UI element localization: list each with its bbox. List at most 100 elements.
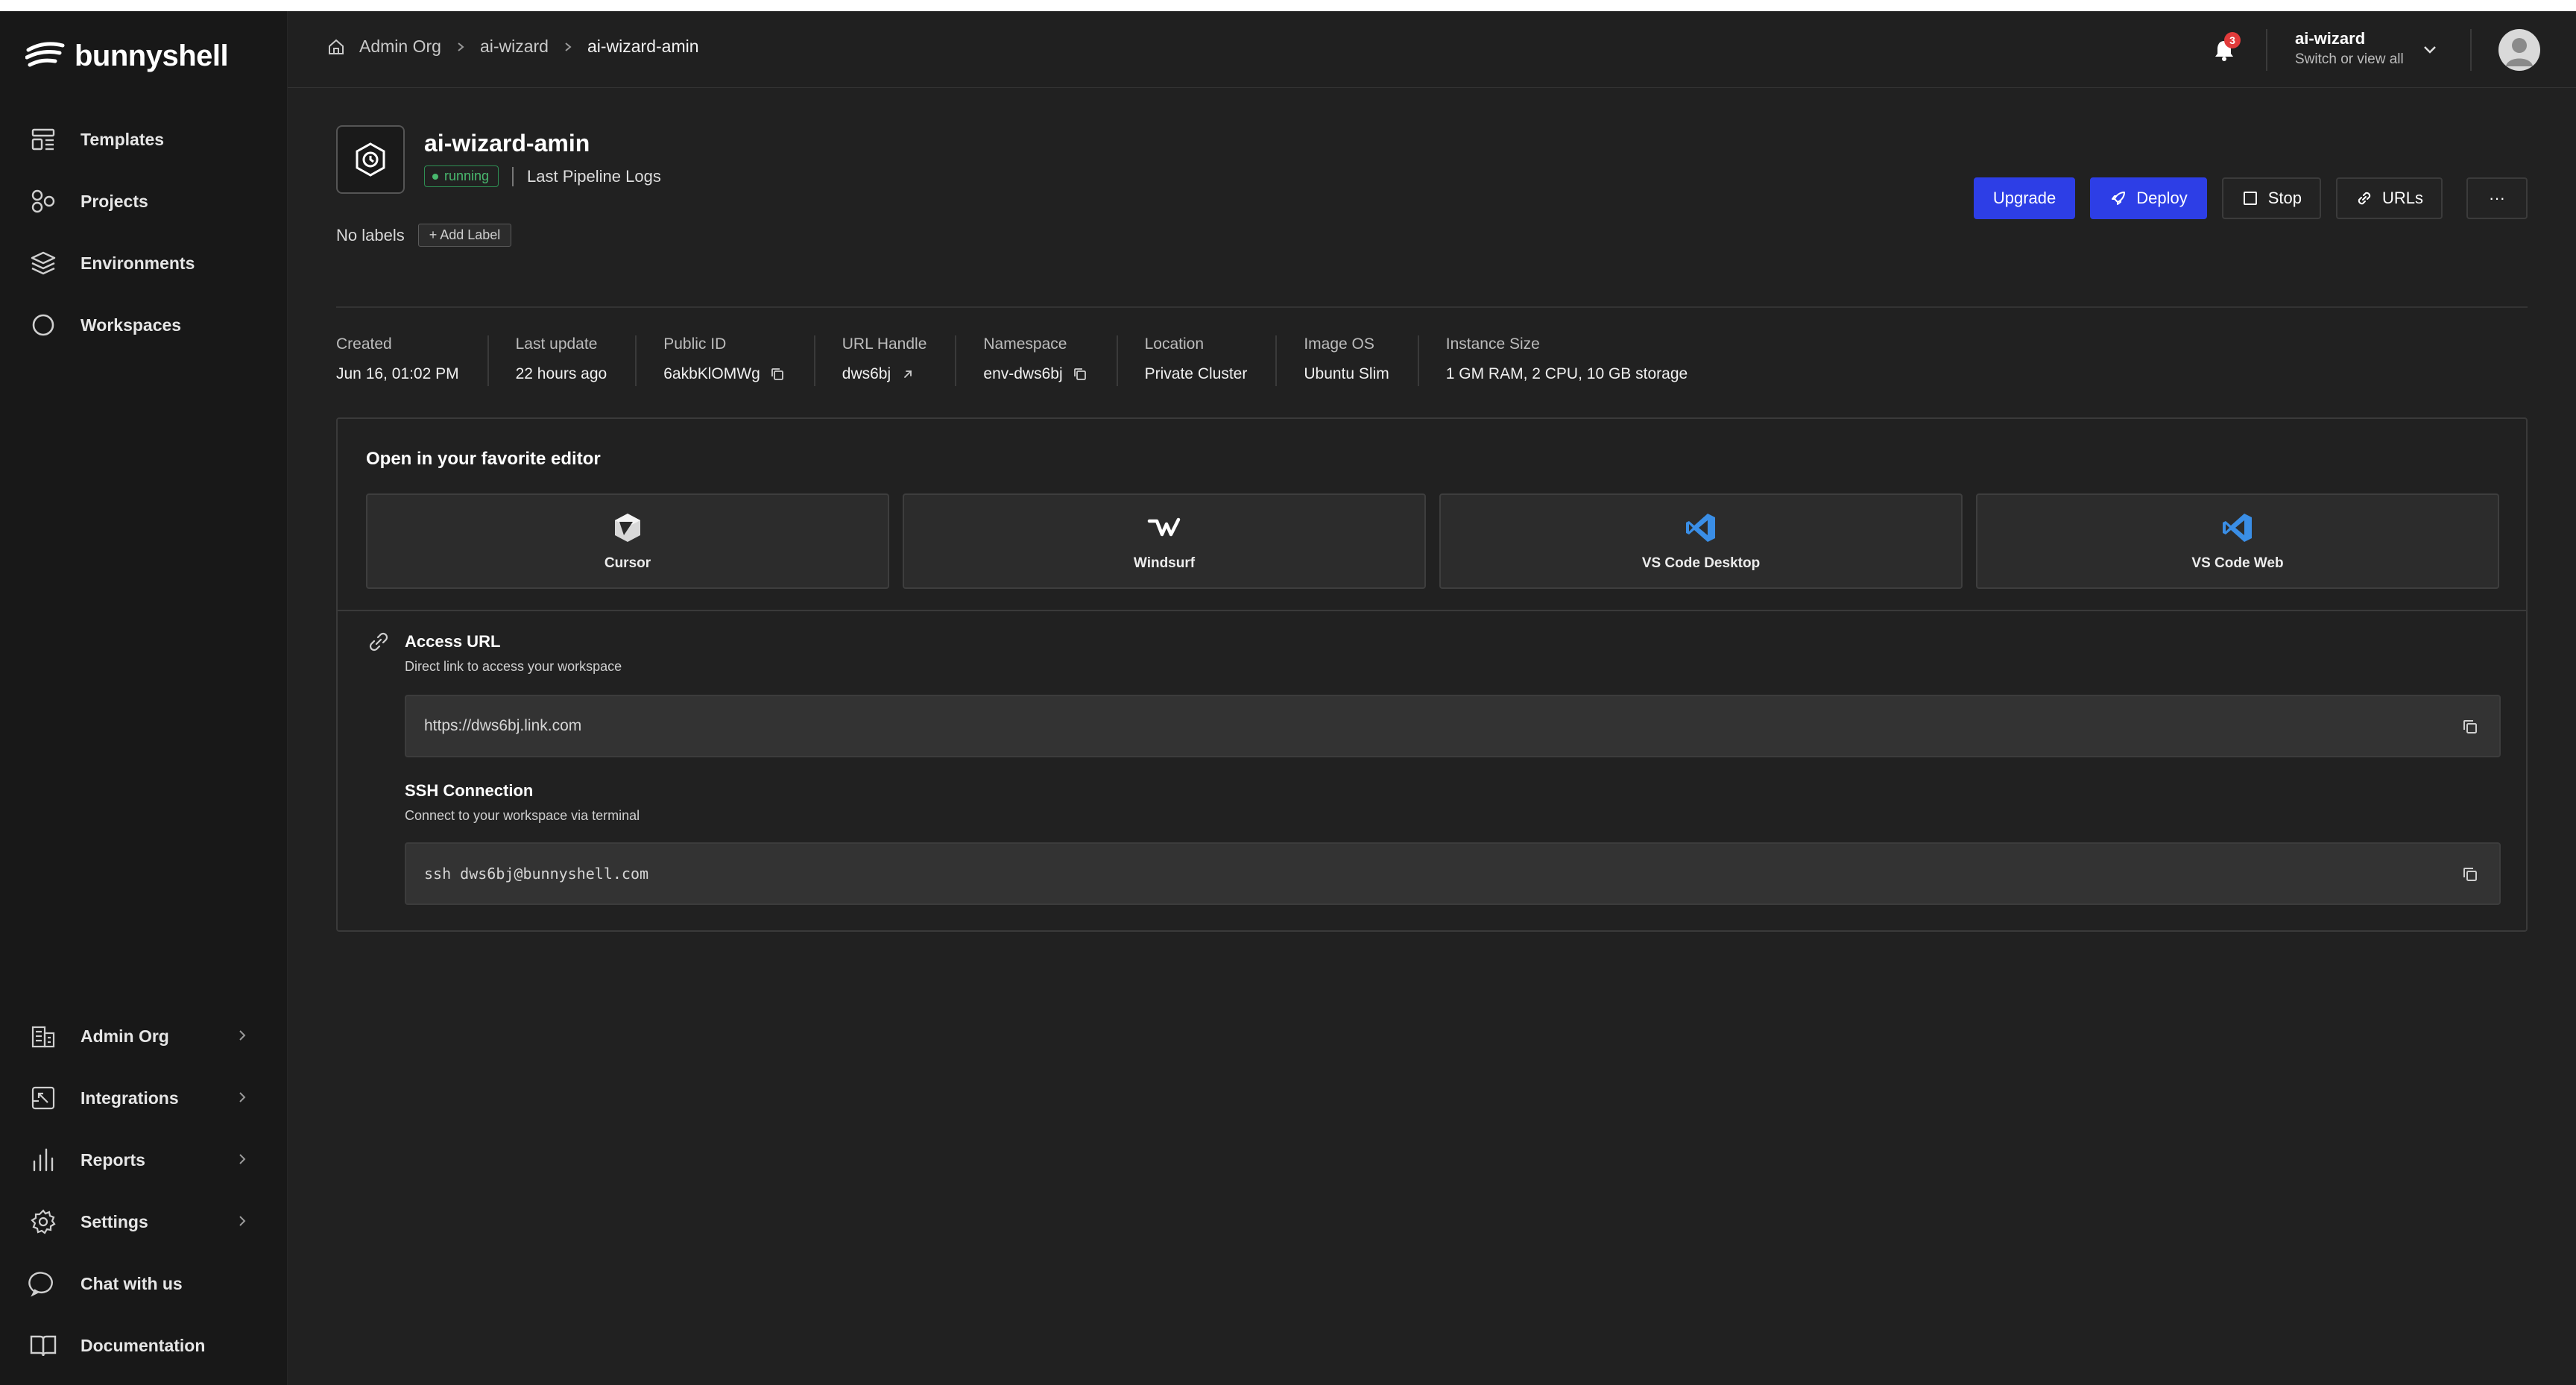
stop-button[interactable]: Stop [2221, 177, 2321, 219]
editor-vscode-desktop-button[interactable]: VS Code Desktop [1439, 493, 1963, 589]
meta-value-wrap: dws6bj [842, 365, 927, 383]
workspaces-icon [32, 314, 54, 336]
add-label-button[interactable]: + Add Label [417, 224, 512, 247]
action-bar: Upgrade Deploy Stop URLs ··· [1973, 177, 2528, 219]
status-text: running [444, 168, 490, 183]
breadcrumb-current: ai-wizard-amin [587, 37, 699, 56]
sidebar-item-label: Chat with us [80, 1273, 183, 1293]
editors-heading: Open in your favorite editor [366, 449, 601, 469]
sidebar-item-admin-org[interactable]: Admin Org [0, 1010, 288, 1062]
gear-icon [31, 1209, 56, 1234]
sidebar-item-environments[interactable]: Environments [0, 237, 288, 289]
meta-value[interactable]: dws6bj [842, 365, 891, 383]
external-link-icon[interactable] [900, 366, 916, 382]
editor-windsurf-button[interactable]: Windsurf [903, 493, 1426, 589]
org-switcher[interactable]: ai-wizard Switch or view all [2295, 29, 2404, 68]
bunnyshell-logo-icon [25, 42, 65, 67]
sidebar-item-templates[interactable]: Templates [0, 113, 288, 165]
copy-icon[interactable] [1072, 366, 1088, 382]
breadcrumb-project[interactable]: ai-wizard [480, 37, 549, 57]
meta-label: Public ID [663, 335, 727, 353]
meta-label: Location [1144, 335, 1205, 353]
editor-vscode-web-button[interactable]: VS Code Web [1976, 493, 2499, 589]
editor-name: VS Code Web [2191, 555, 2284, 571]
upgrade-button[interactable]: Upgrade [1973, 177, 2076, 219]
org-switch-hint: Switch or view all [2295, 51, 2404, 67]
vscode-logo-icon [2223, 514, 2252, 542]
sidebar-item-label: Integrations [80, 1088, 179, 1108]
meta-value-wrap: Ubuntu Slim [1304, 365, 1389, 383]
editor-name: Cursor [604, 555, 651, 571]
status-row: running Last Pipeline Logs [424, 165, 661, 187]
environments-icon [31, 251, 56, 275]
chevron-down-icon[interactable] [2419, 40, 2440, 60]
urls-label: URLs [2381, 189, 2423, 207]
org-name: ai-wizard [2295, 29, 2366, 48]
user-icon [2506, 38, 2533, 66]
meta-value-wrap: env-dws6bj [983, 365, 1087, 383]
sidebar-item-projects[interactable]: Projects [0, 175, 288, 227]
sidebar-item-label: Templates [80, 129, 165, 149]
access-url-field[interactable]: https://dws6bj.link.com [405, 695, 2501, 757]
sidebar-item-label: Admin Org [80, 1026, 169, 1046]
editor-name: Windsurf [1133, 555, 1196, 571]
meta-url-handle: URL Handle dws6bj [813, 335, 956, 386]
status-badge: running [424, 165, 499, 187]
environment-icon [336, 125, 405, 194]
stop-icon [2243, 192, 2257, 205]
ssh-command-value[interactable]: ssh dws6bj@bunnyshell.com [424, 865, 648, 883]
labels-empty-text: No labels [336, 225, 405, 244]
meta-value-wrap: 22 hours ago [516, 365, 607, 383]
ssh-command-field[interactable]: ssh dws6bj@bunnyshell.com [405, 842, 2501, 905]
copy-icon[interactable] [2460, 865, 2480, 884]
notifications-button[interactable]: 3 [2208, 32, 2241, 66]
urls-button[interactable]: URLs [2335, 177, 2443, 219]
meta-value: 22 hours ago [515, 365, 607, 382]
section-divider [336, 306, 2528, 308]
meta-location: Location Private Cluster [1116, 335, 1276, 386]
header-divider [2470, 29, 2472, 71]
chevron-right-icon [239, 1030, 246, 1041]
pipeline-logs-link[interactable]: Last Pipeline Logs [527, 167, 661, 186]
integrations-icon [31, 1086, 55, 1110]
sidebar-item-label: Environments [80, 253, 195, 273]
brand-logo[interactable]: bunnyshell [25, 34, 229, 78]
meta-label: Created [336, 335, 392, 353]
home-icon[interactable] [326, 37, 346, 57]
sidebar-item-label: Projects [80, 191, 148, 211]
user-avatar[interactable] [2498, 29, 2540, 71]
meta-namespace: Namespace env-dws6bj [955, 335, 1116, 386]
meta-instance-size: Instance Size 1 GM RAM, 2 CPU, 10 GB sto… [1417, 335, 1716, 386]
access-url-value[interactable]: https://dws6bj.link.com [424, 717, 581, 735]
editor-cursor-button[interactable]: Cursor [366, 493, 889, 589]
copy-icon[interactable] [2460, 717, 2480, 736]
breadcrumb-admin-org[interactable]: Admin Org [359, 37, 441, 57]
sidebar-item-settings[interactable]: Settings [0, 1196, 288, 1248]
cursor-logo-icon [615, 514, 640, 542]
meta-label: Image OS [1304, 335, 1374, 353]
meta-value: 6akbKlOMWg [663, 365, 760, 382]
meta-last-update: Last update 22 hours ago [487, 335, 636, 386]
meta-label: Instance Size [1445, 335, 1540, 353]
more-icon: ··· [2489, 189, 2505, 207]
sidebar-item-label: Reports [80, 1149, 145, 1170]
stop-label: Stop [2267, 189, 2302, 207]
copy-icon[interactable] [769, 366, 786, 382]
vscode-logo-icon [1686, 514, 1715, 542]
chevron-right-icon [239, 1216, 246, 1226]
sidebar-item-documentation[interactable]: Documentation [0, 1319, 288, 1372]
status-divider [512, 166, 514, 186]
top-header: Admin Org ai-wizard ai-wizard-amin 3 ai-… [288, 11, 2576, 88]
header-divider [2266, 29, 2267, 71]
sidebar-item-reports[interactable]: Reports [0, 1134, 288, 1186]
sidebar-item-workspaces[interactable]: Workspaces [0, 299, 288, 351]
upgrade-label: Upgrade [1992, 189, 2056, 207]
more-actions-button[interactable]: ··· [2466, 177, 2528, 219]
link-icon [2358, 192, 2371, 205]
sidebar-item-chat[interactable]: Chat with us [0, 1258, 288, 1310]
deploy-button[interactable]: Deploy [2090, 177, 2207, 219]
breadcrumb: Admin Org ai-wizard ai-wizard-amin [326, 37, 699, 57]
sidebar-item-label: Workspaces [80, 315, 182, 335]
projects-icon [31, 189, 55, 213]
sidebar-item-integrations[interactable]: Integrations [0, 1072, 288, 1124]
